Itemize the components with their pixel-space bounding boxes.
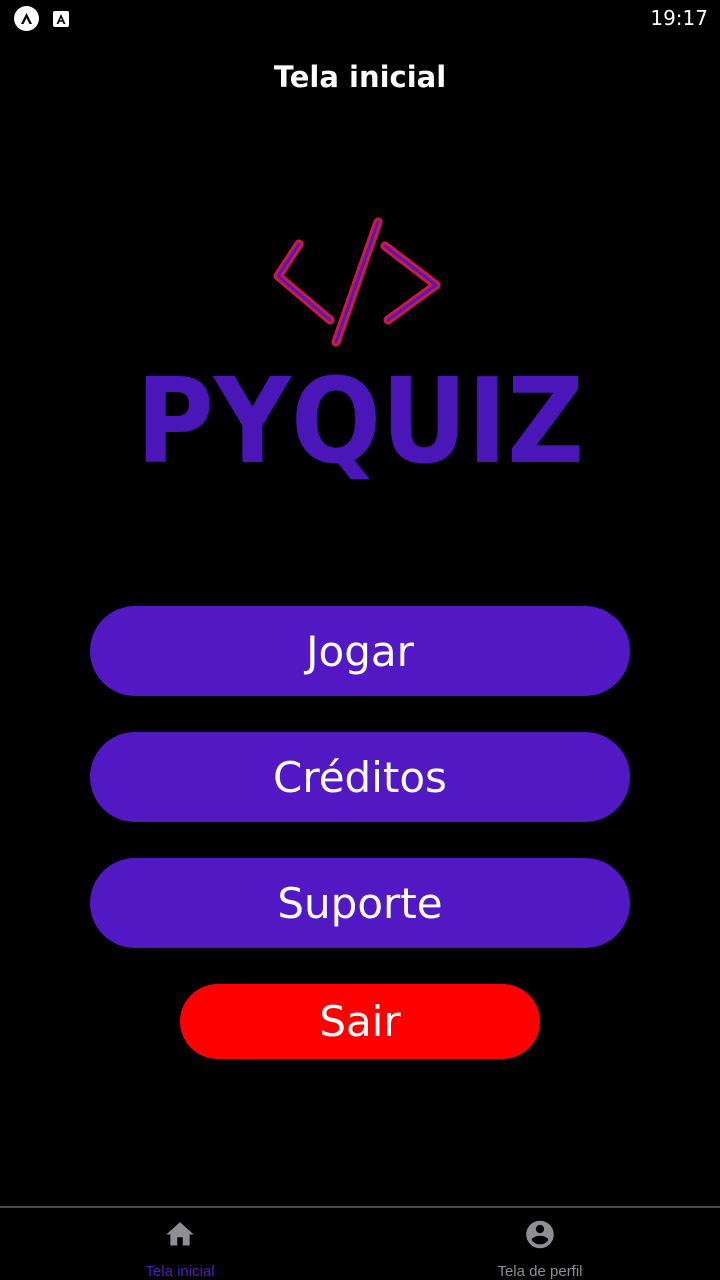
tab-home[interactable]: Tela inicial (0, 1208, 360, 1280)
page-title: Tela inicial (273, 60, 447, 94)
pyquiz-logo: PYQUIZ (120, 200, 600, 500)
support-button[interactable]: Suporte (90, 858, 630, 948)
code-brackets-icon (273, 217, 441, 347)
tab-home-label: Tela inicial (145, 1263, 215, 1280)
account-circle-icon (526, 1220, 554, 1249)
expo-icon (14, 6, 39, 31)
play-button[interactable]: Jogar (90, 606, 630, 696)
credits-button[interactable]: Créditos (90, 732, 630, 822)
tab-profile-label: Tela de perfil (497, 1263, 583, 1280)
logo-graphic: PYQUIZ (136, 217, 584, 490)
status-time: 19:17 (650, 6, 708, 30)
home-icon (166, 1222, 194, 1246)
app-screen: 19:17 Tela inicial PYQUIZ Jogar Créditos… (0, 0, 720, 1280)
tab-profile[interactable]: Tela de perfil (360, 1208, 720, 1280)
exit-button[interactable]: Sair (180, 984, 540, 1059)
font-icon (53, 10, 69, 27)
status-icons (14, 6, 69, 31)
status-bar: 19:17 (0, 0, 720, 36)
logo-text: PYQUIZ (136, 352, 584, 490)
bottom-tab-bar: Tela inicial Tela de perfil (0, 1206, 720, 1280)
